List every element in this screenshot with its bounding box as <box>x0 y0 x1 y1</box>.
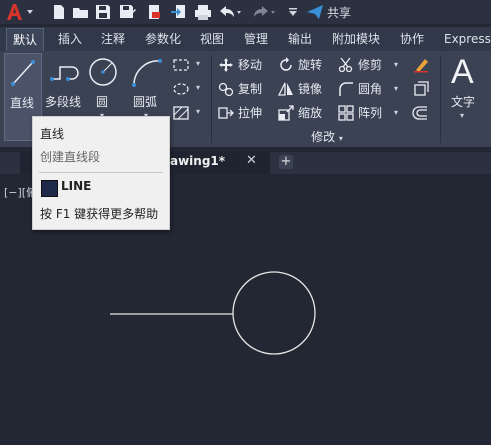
document-tab-title[interactable]: awing1* <box>170 154 225 168</box>
move-icon <box>219 58 233 72</box>
tooltip-divider <box>39 172 163 173</box>
array-dropdown-icon[interactable]: ▾ <box>394 103 398 123</box>
hatch-icon[interactable] <box>172 105 192 121</box>
rectangle-icon[interactable] <box>172 57 192 73</box>
polyline-label: 多段线 <box>45 95 82 109</box>
line-tooltip: 直线 创建直线段 LINE 按 F1 键获得更多帮助 <box>32 116 170 230</box>
tab-annotate[interactable]: 注释 <box>101 30 125 48</box>
stretch-label: 拉伸 <box>238 106 263 120</box>
tooltip-command: LINE <box>61 179 92 193</box>
trim-label: 修剪 <box>358 58 383 72</box>
fillet-button[interactable]: 圆角 ▾ <box>338 79 402 99</box>
text-button[interactable]: A 文字 ▾ <box>446 53 486 139</box>
line-label: 直线 <box>10 96 35 110</box>
polyline-icon <box>50 66 79 81</box>
mirror-icon <box>278 82 293 96</box>
share-label[interactable]: 共享 <box>327 4 351 20</box>
tab-manage[interactable]: 管理 <box>244 30 268 48</box>
modify-panel-dropdown-icon[interactable]: ▾ <box>339 134 343 143</box>
circle-icon <box>89 58 117 86</box>
ellipse-dropdown-icon[interactable]: ▾ <box>196 83 200 92</box>
tooltip-description: 创建直线段 <box>40 150 101 164</box>
scale-icon <box>278 105 294 121</box>
modify-panel-title[interactable]: 修改 ▾ <box>212 128 442 145</box>
text-icon: A <box>451 53 474 91</box>
array-button[interactable]: 阵列 ▾ <box>338 103 402 123</box>
drawn-circle[interactable] <box>232 271 316 355</box>
scale-button[interactable]: 缩放 <box>278 103 330 123</box>
app-menu-icon[interactable] <box>4 2 36 22</box>
share-icon[interactable] <box>306 3 324 21</box>
scale-label: 缩放 <box>298 106 323 120</box>
new-tab-button[interactable]: + <box>279 155 293 169</box>
fillet-icon <box>339 82 353 96</box>
tab-insert[interactable]: 插入 <box>58 30 82 48</box>
tab-home[interactable]: 默认 <box>6 28 45 51</box>
tab-output[interactable]: 输出 <box>288 30 312 48</box>
fillet-label: 圆角 <box>358 82 383 96</box>
save-icon[interactable] <box>94 3 112 21</box>
offset-icon[interactable] <box>412 105 430 121</box>
tab-express[interactable]: Express <box>444 30 491 48</box>
move-button[interactable]: 移动 <box>218 55 270 75</box>
redo-icon[interactable] <box>252 3 276 21</box>
plot-icon[interactable] <box>194 3 212 21</box>
undo-icon[interactable] <box>218 3 242 21</box>
tab-addins[interactable]: 附加模块 <box>332 30 380 48</box>
tab-collaborate[interactable]: 协作 <box>400 30 424 48</box>
tooltip-help: 按 F1 键获得更多帮助 <box>40 207 159 221</box>
close-icon[interactable]: ✕ <box>246 153 257 168</box>
rotate-button[interactable]: 旋转 <box>278 55 330 75</box>
hatch-dropdown-icon[interactable]: ▾ <box>196 107 200 116</box>
rotate-label: 旋转 <box>298 58 323 72</box>
move-label: 移动 <box>238 58 263 72</box>
trim-dropdown-icon[interactable]: ▾ <box>394 55 398 75</box>
stretch-button[interactable]: 拉伸 <box>218 103 270 123</box>
array-label: 阵列 <box>358 106 383 120</box>
arc-icon <box>132 59 162 87</box>
new-icon[interactable] <box>50 3 68 21</box>
tab-view[interactable]: 视图 <box>200 30 224 48</box>
mirror-label: 镜像 <box>298 82 323 96</box>
ribbon-tab-bar: 默认 插入 注释 参数化 视图 管理 输出 附加模块 协作 Express <box>0 27 491 51</box>
save-as-icon[interactable] <box>118 3 136 21</box>
text-dropdown-icon[interactable]: ▾ <box>460 111 464 120</box>
text-label: 文字 <box>451 95 476 109</box>
fillet-dropdown-icon[interactable]: ▾ <box>394 79 398 99</box>
explode-icon[interactable] <box>412 81 430 97</box>
stretch-icon <box>218 107 234 119</box>
circle-label: 圆 <box>96 95 109 109</box>
copy-label: 复制 <box>238 82 263 96</box>
arc-label: 圆弧 <box>133 95 158 109</box>
rectangle-dropdown-icon[interactable]: ▾ <box>196 59 200 68</box>
trim-icon <box>338 57 353 73</box>
tooltip-title: 直线 <box>40 127 65 141</box>
tab-parametric[interactable]: 参数化 <box>145 30 181 48</box>
copy-icon <box>218 82 234 97</box>
command-icon <box>41 180 58 197</box>
customize-icon[interactable] <box>287 3 299 21</box>
rotate-icon <box>280 57 292 71</box>
trim-button[interactable]: 修剪 ▾ <box>338 55 402 75</box>
import-icon[interactable] <box>170 3 188 21</box>
copy-button[interactable]: 复制 <box>218 79 270 99</box>
hatch-circle-icon[interactable] <box>172 81 192 97</box>
erase-icon[interactable] <box>412 57 430 73</box>
open-icon[interactable] <box>72 3 90 21</box>
line-icon <box>11 60 35 86</box>
save-to-web-icon[interactable] <box>146 3 164 21</box>
array-icon <box>338 105 354 121</box>
mirror-button[interactable]: 镜像 <box>278 79 330 99</box>
modify-panel-label: 修改 <box>311 130 336 144</box>
quick-access-toolbar: 共享 <box>0 0 491 24</box>
